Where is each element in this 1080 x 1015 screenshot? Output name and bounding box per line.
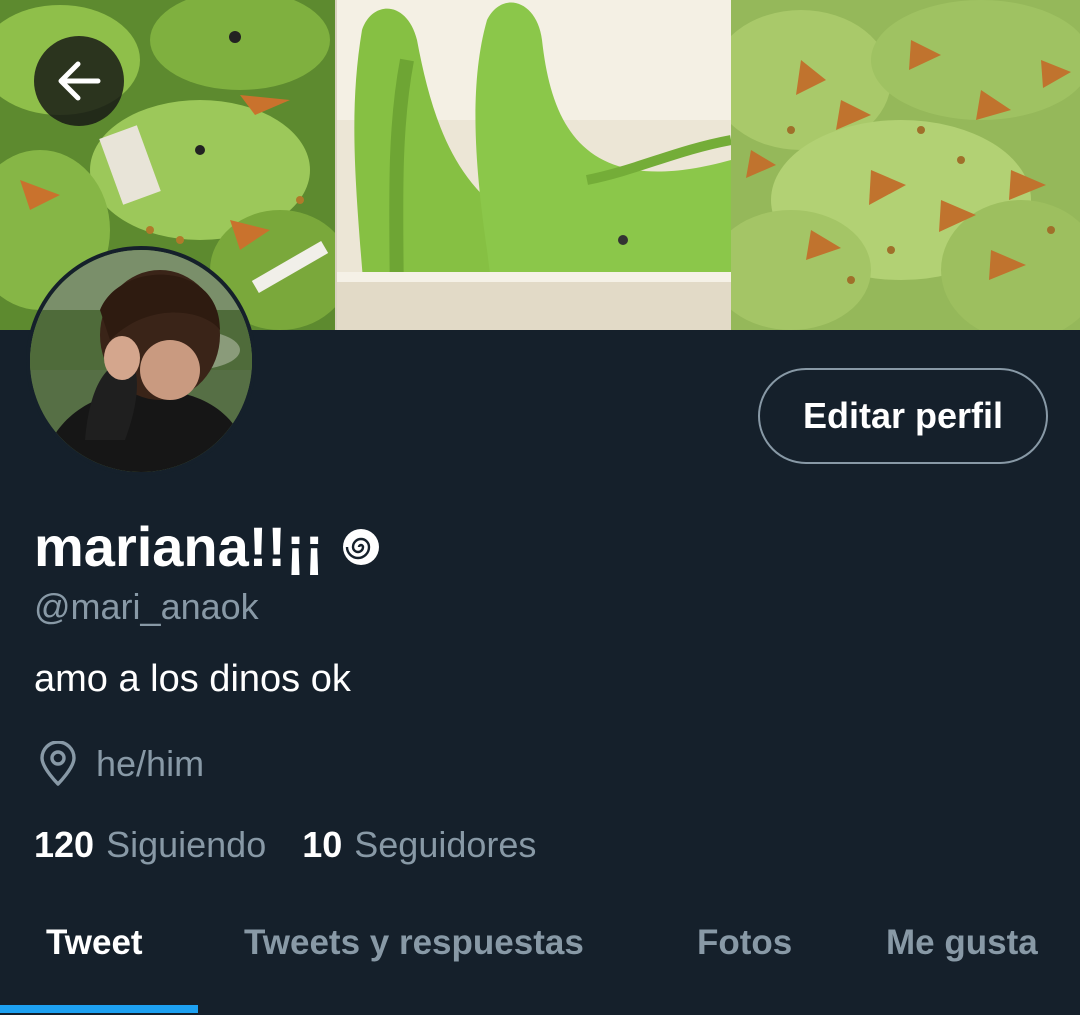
following-label: Siguiendo — [106, 824, 267, 865]
edit-profile-button[interactable]: Editar perfil — [758, 368, 1048, 464]
following-link[interactable]: 120 Siguiendo — [34, 822, 266, 868]
location-text: he/him — [96, 743, 205, 784]
followers-count: 10 — [302, 824, 343, 865]
tab-photos[interactable]: Fotos — [697, 920, 792, 966]
swirl-icon — [341, 527, 381, 567]
back-button[interactable] — [34, 36, 124, 126]
arrow-left-icon — [58, 61, 101, 101]
followers-link[interactable]: 10 Seguidores — [302, 822, 536, 868]
following-count: 120 — [34, 824, 95, 865]
follow-stats: 120 Siguiendo 10 Seguidores — [34, 822, 536, 868]
tab-likes[interactable]: Me gusta — [886, 920, 1038, 966]
avatar-photo — [30, 250, 252, 472]
banner-photo-stegosaurus-pile — [730, 0, 1080, 330]
display-name-text: mariana!!¡¡ — [34, 515, 324, 578]
banner-photo-dino-plush-standing — [335, 0, 731, 330]
display-name: mariana!!¡¡ — [34, 515, 381, 579]
location-pin-icon — [34, 740, 82, 788]
profile-tabs: Tweet Tweets y respuestas Fotos Me gusta — [0, 890, 1080, 1015]
profile-location: he/him — [34, 740, 204, 788]
avatar[interactable] — [26, 246, 256, 476]
followers-label: Seguidores — [354, 824, 537, 865]
tab-tweets-and-replies[interactable]: Tweets y respuestas — [244, 920, 584, 966]
profile-bio: amo a los dinos ok — [34, 658, 351, 700]
active-tab-indicator — [0, 1005, 198, 1013]
tab-tweets[interactable]: Tweet — [46, 920, 143, 966]
username-handle: @mari_anaok — [34, 586, 259, 627]
profile-page: Editar perfil mariana!!¡¡ @mari_anaok am… — [0, 0, 1080, 1015]
